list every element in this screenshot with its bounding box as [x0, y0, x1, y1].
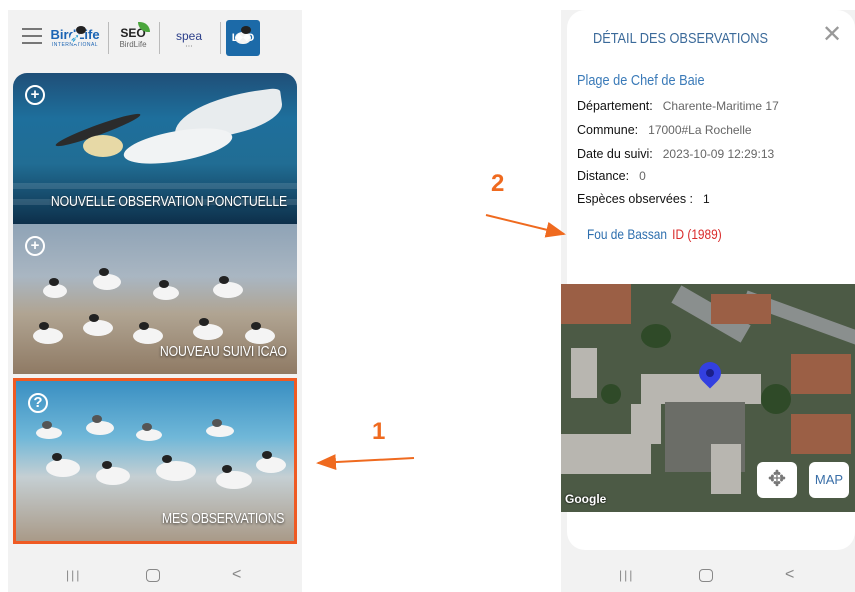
annotation-arrow-2: [485, 214, 566, 238]
annotation-arrow-1: [316, 454, 415, 471]
annotation-arrows: [316, 214, 566, 471]
